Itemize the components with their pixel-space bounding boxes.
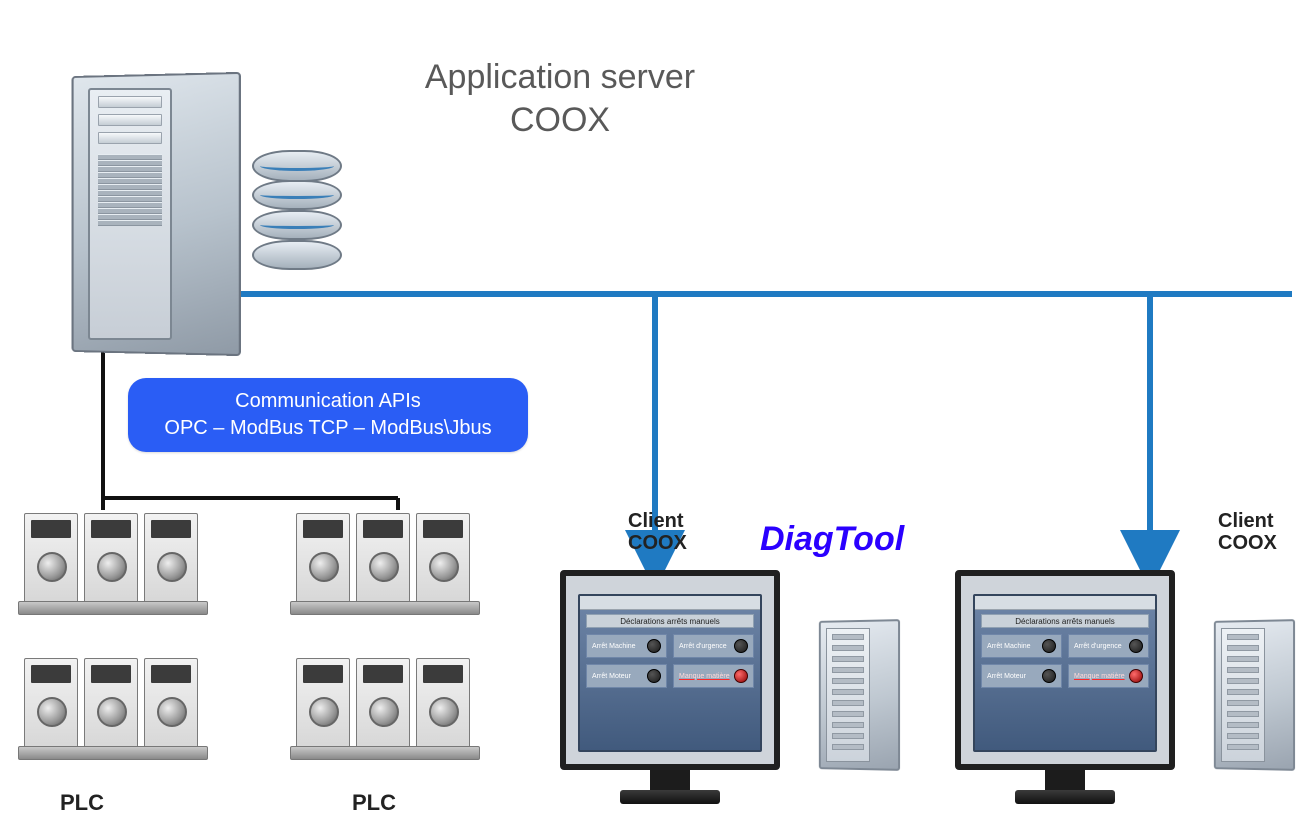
plc-label: PLC [352,790,396,816]
plc-device-icon [290,650,480,760]
plc-device-icon [290,505,480,615]
client-label: Client COOX [1218,510,1277,554]
diagram-title: Application server COOX [380,56,740,141]
client-workstation: Déclarations arrêts manuels Arrêt Machin… [560,570,880,830]
monitor-icon: Déclarations arrêts manuels Arrêt Machin… [955,570,1175,770]
monitor-icon: Déclarations arrêts manuels Arrêt Machin… [560,570,780,770]
application-server-icon [70,74,240,354]
brand-diagtool: DiagTool [760,520,904,559]
plc-device-icon [18,505,208,615]
plc-label: PLC [60,790,104,816]
plc-device-icon [18,650,208,760]
client-label: Client COOX [628,510,687,554]
diagtool-screen: Déclarations arrêts manuels Arrêt Machin… [973,594,1157,752]
client-tower-icon [818,620,900,770]
diagtool-screen: Déclarations arrêts manuels Arrêt Machin… [578,594,762,752]
database-icon [252,150,342,280]
client-workstation: Déclarations arrêts manuels Arrêt Machin… [955,570,1275,830]
client-tower-icon [1213,620,1295,770]
communication-apis-box: Communication APIs OPC – ModBus TCP – Mo… [128,378,528,452]
